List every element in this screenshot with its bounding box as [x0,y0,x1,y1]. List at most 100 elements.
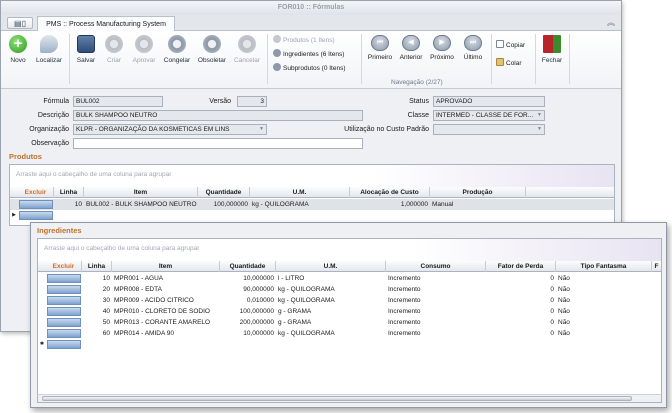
criar-button[interactable]: Criar [101,35,127,64]
cell-alocacao: 1,000000 [400,201,428,208]
cancelar-button[interactable]: Cancelar [231,35,263,64]
app-menu-icon[interactable]: ▤▯ [7,17,33,29]
cell-um: kg - QUILOGRAMA [278,330,335,337]
ingredientes-group-panel[interactable]: Arraste aqui o cabeçalho de uma coluna p… [38,239,661,261]
row-indicator-icon: ▶ [12,212,16,218]
versao-field[interactable]: 3 [237,96,267,107]
excluir-button[interactable] [47,307,81,316]
cell-fator-perda: 0 [550,308,554,315]
gears-icon [203,35,221,53]
window-title: FOR010 :: Fórmulas [1,1,621,15]
first-icon: ⏮ [371,35,389,51]
anterior-button[interactable]: ◀ Anterior [396,35,426,61]
col-alocacao[interactable]: Alocação de Custo [350,187,430,198]
scrollbar-thumb[interactable] [42,396,632,401]
obsoletar-button[interactable]: Obsoletar [195,35,229,64]
col-producao[interactable]: Produção [430,187,526,198]
col-linha[interactable]: Linha [54,187,84,198]
classe-select[interactable]: INTERMED - CLASSE DE FOR... ▼ [433,110,545,121]
cell-tipo-fantasma: Não [558,330,570,337]
ingredientes-grid-header: Excluir Linha Item Quantidade U.M. Consu… [38,261,661,272]
col-quantidade[interactable]: Quantidade [220,261,276,272]
magnifier-icon [40,35,58,53]
row-indicator-icon: ✱ [39,341,45,347]
col-linha[interactable]: Linha [82,261,112,272]
proximo-button[interactable]: ▶ Próximo [427,35,457,61]
observacao-field[interactable] [73,138,363,149]
tab-pms[interactable]: PMS :: Process Manufacturing System [37,16,175,32]
salvar-button[interactable]: Salvar [73,35,99,64]
excluir-button[interactable] [47,340,81,349]
cell-consumo: Incremento [388,275,421,282]
col-item[interactable]: Item [112,261,220,272]
col-quantidade[interactable]: Quantidade [198,187,250,198]
fechar-button[interactable]: Fechar [539,35,565,64]
cell-linha: 20 [102,286,110,293]
status-field[interactable]: APROVADO [433,96,545,107]
horizontal-scrollbar[interactable] [38,394,661,402]
col-um[interactable]: U.M. [250,187,350,198]
table-row[interactable]: 10 MPR001 - AGUA 10,000000 l - LITRO Inc… [38,273,661,284]
col-tipo-fantasma[interactable]: Tipo Fantasma [556,261,652,272]
localizar-button[interactable]: Localizar [33,35,65,64]
collapse-ribbon-icon[interactable]: ︽ [607,17,615,28]
cell-um: g - GRAMA [278,319,312,326]
ingredientes-button[interactable]: Ingredientes (6 Itens) [273,49,344,58]
col-um[interactable]: U.M. [276,261,386,272]
new-row[interactable]: ✱ [38,339,661,350]
excluir-button[interactable] [19,211,53,220]
novo-label: Novo [10,57,26,64]
cell-quantidade: 0,010000 [246,297,274,304]
gear-icon [273,35,281,43]
cell-quantidade: 90,000000 [243,286,274,293]
congelar-button[interactable]: Congelar [161,35,193,64]
col-excluir[interactable]: Excluir [46,261,82,272]
cell-tipo-fantasma: Não [558,297,570,304]
col-f[interactable]: F [652,261,661,272]
aprovar-button[interactable]: Aprovar [129,35,159,64]
col-excluir[interactable]: Excluir [18,187,54,198]
separator [535,34,536,84]
primeiro-button[interactable]: ⏮ Primeiro [365,35,395,61]
formula-field[interactable]: BUL002 [73,96,163,107]
table-row[interactable]: 40 MPR010 - CLORETO DE SODIO 100,000000 … [38,306,661,317]
ultimo-button[interactable]: ⏭ Último [458,35,488,61]
table-row[interactable]: 60 MPR014 - AMIDA 90 10,000000 kg - QUIL… [38,328,661,339]
plus-icon: + [9,35,27,53]
ribbon-tab-strip: ▤▯ PMS :: Process Manufacturing System ︽ [1,15,621,32]
produtos-button[interactable]: Produtos (1 Itens) [273,35,335,44]
cell-consumo: Incremento [388,330,421,337]
excluir-button[interactable] [47,285,81,294]
ribbon-toolbar: + Novo Localizar Salvar Criar Aprovar Co… [1,31,621,89]
novo-button[interactable]: + Novo [5,35,31,64]
col-consumo[interactable]: Consumo [386,261,486,272]
excluir-button[interactable] [47,296,81,305]
excluir-button[interactable] [47,329,81,338]
cell-tipo-fantasma: Não [558,319,570,326]
col-item[interactable]: Item [84,187,198,198]
table-row[interactable]: 20 MPR008 - EDTA 90,000000 kg - QUILOGRA… [38,284,661,295]
congelar-label: Congelar [163,57,191,64]
new-row[interactable]: ▶ [10,210,614,221]
gears-icon [135,35,153,53]
utilizacao-select[interactable]: ▼ [433,124,545,135]
table-row[interactable]: 30 MPR009 - ACIDO CITRICO 0,010000 kg - … [38,295,661,306]
localizar-label: Localizar [35,57,62,64]
excluir-button[interactable] [47,274,81,283]
subprodutos-button[interactable]: Subprodutos (0 Itens) [273,63,346,72]
table-row[interactable]: 50 MPR013 - CORANTE AMARELO 200,000000 g… [38,317,661,328]
cell-tipo-fantasma: Não [558,286,570,293]
colar-button[interactable]: Colar [496,58,522,67]
copiar-label: Copiar [506,42,526,49]
excluir-button[interactable] [47,318,81,327]
cell-quantidade: 10,000000 [243,275,274,282]
classe-value: INTERMED - CLASSE DE FOR... [436,112,534,119]
excluir-button[interactable] [19,200,53,209]
organizacao-select[interactable]: KLPR - ORGANIZAÇÃO DA KOSMETICAS EM LINS… [73,124,267,135]
cell-um: kg - QUILOGRAMA [252,201,309,208]
descricao-field[interactable]: BULK SHAMPOO NEUTRO [73,110,363,121]
table-row[interactable]: 10 BUL002 - BULK SHAMPOO NEUTRO 100,0000… [10,199,614,210]
col-fator-perda[interactable]: Fator de Perda [486,261,556,272]
copiar-button[interactable]: Copiar [496,40,525,49]
produtos-group-panel[interactable]: Arraste aqui o cabeçalho de uma coluna p… [10,165,614,187]
